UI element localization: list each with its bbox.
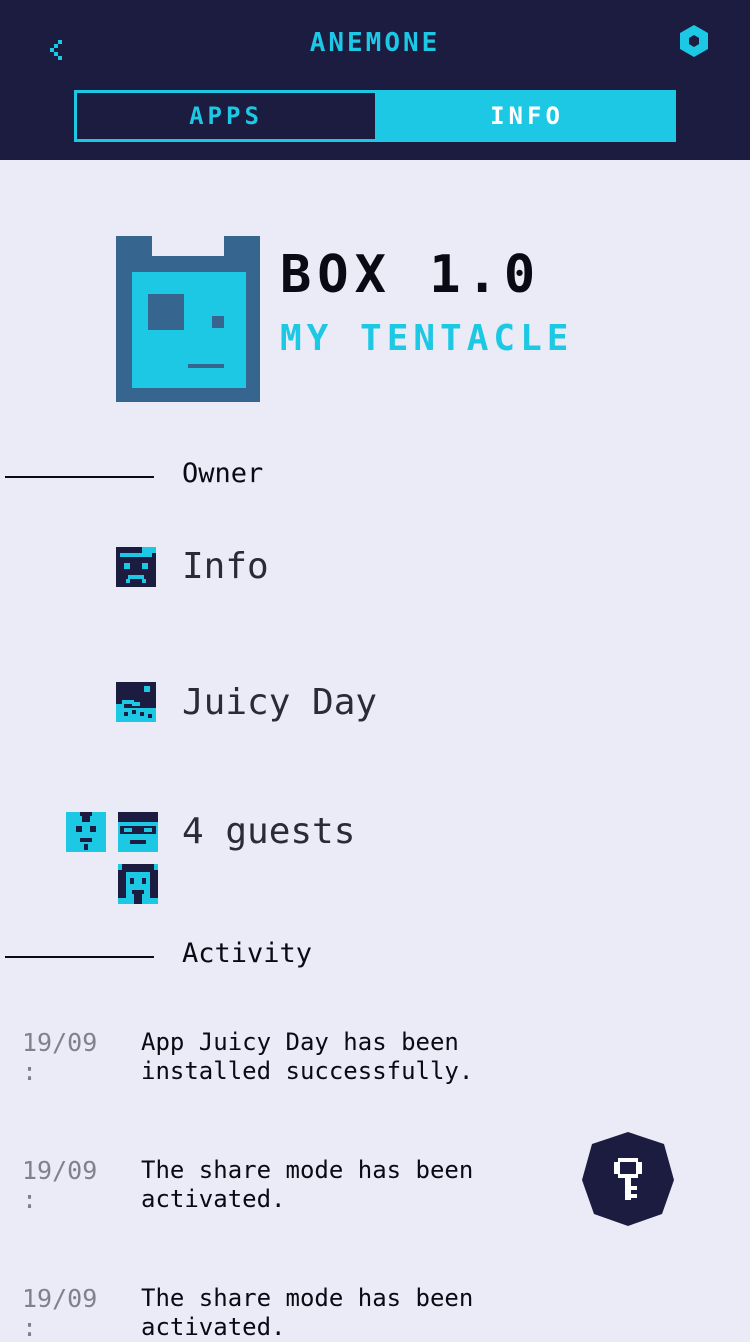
activity-date: 19/09 : <box>22 1156 98 1214</box>
owner-app-juicy-day[interactable]: Juicy Day <box>182 682 377 723</box>
guest-sunglasses-icon[interactable] <box>118 812 158 852</box>
app-title: Anemone <box>309 28 441 58</box>
guest-long-hair-icon[interactable] <box>118 864 158 904</box>
activity-text: The share mode has been activated. <box>141 1156 474 1213</box>
section-owner-label: Owner <box>182 458 264 489</box>
box-subtitle: My tentacle <box>280 318 574 359</box>
box-title: Box 1.0 <box>280 245 542 305</box>
section-divider <box>5 476 154 478</box>
wave-app-icon[interactable] <box>116 682 156 722</box>
activity-date: 19/09 : <box>22 1028 98 1086</box>
app-header: Anemone Apps Info <box>0 0 750 160</box>
box-robot-face-icon <box>116 236 260 402</box>
hexagon-settings-icon[interactable] <box>678 24 710 58</box>
owner-guests-count[interactable]: 4 guests <box>182 811 355 852</box>
activity-text: The share mode has been activated. <box>141 1284 474 1341</box>
tab-apps[interactable]: Apps <box>74 90 378 142</box>
section-activity-label: Activity <box>182 938 313 969</box>
activity-text: App Juicy Day has been installed success… <box>141 1028 474 1085</box>
tab-info[interactable]: Info <box>378 90 676 142</box>
section-divider <box>5 956 154 958</box>
tab-bar: Apps Info <box>74 90 676 142</box>
guest-mohawk-icon[interactable] <box>66 812 106 852</box>
key-icon[interactable] <box>580 1130 676 1228</box>
activity-date: 19/09 : <box>22 1284 98 1342</box>
sad-face-icon[interactable] <box>116 547 156 587</box>
owner-info-label[interactable]: Info <box>182 546 269 587</box>
